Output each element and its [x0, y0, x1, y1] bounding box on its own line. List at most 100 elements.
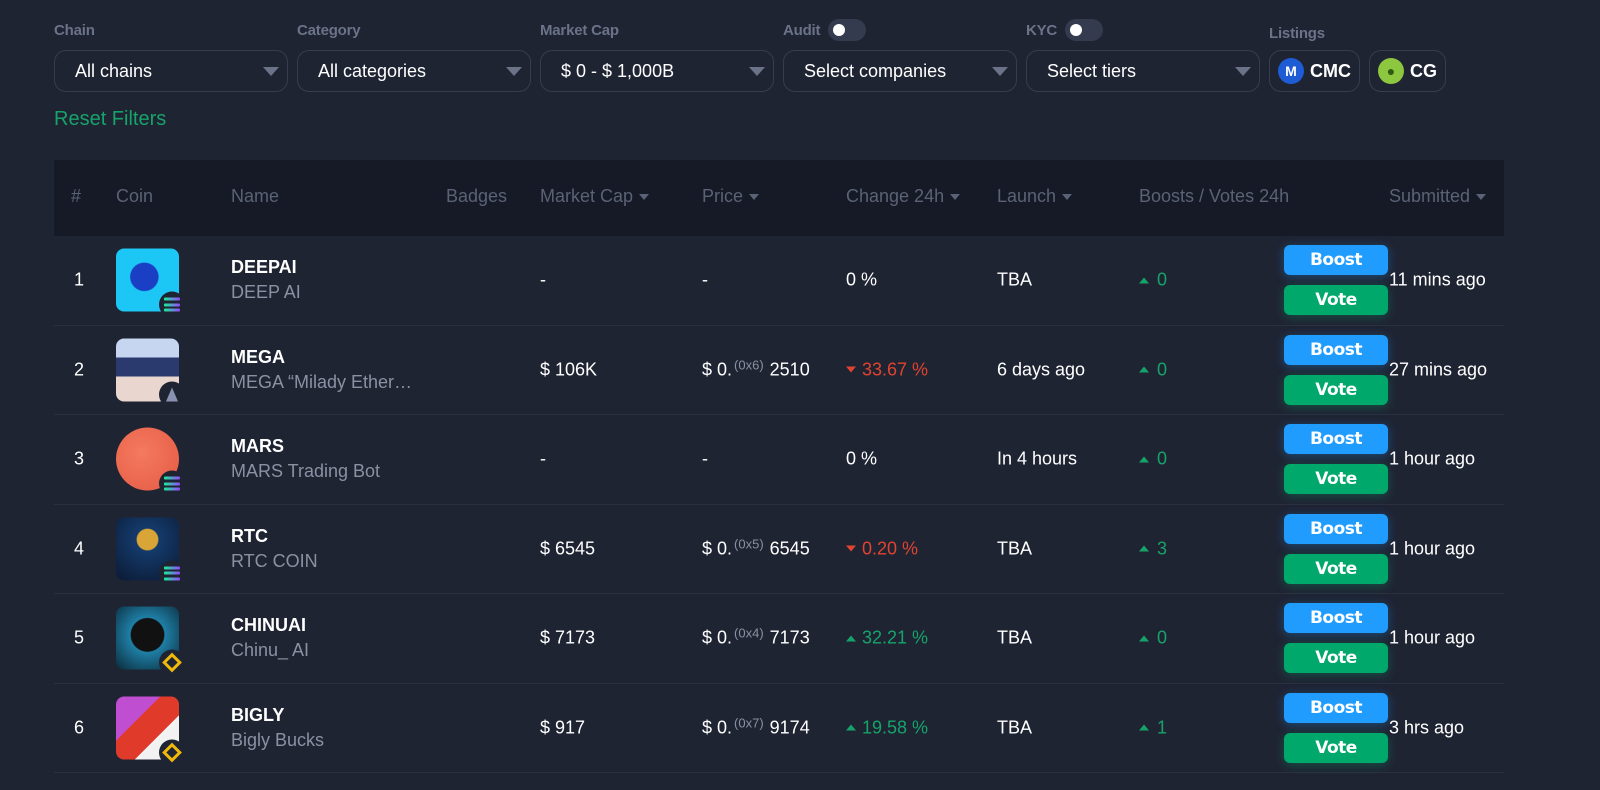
- votes-24h-value: 0: [1157, 448, 1168, 469]
- upvote-arrow-icon: [1139, 456, 1149, 463]
- sort-caret-icon: [1062, 193, 1073, 200]
- coin-name[interactable]: MARS MARS Trading Bot: [231, 436, 380, 482]
- header-submitted-label: Submitted: [1389, 186, 1471, 206]
- launch-value: 6 days ago: [997, 359, 1086, 380]
- listing-cmc-button[interactable]: M CMC: [1269, 50, 1360, 92]
- change-24h-value: 32.21 %: [862, 627, 929, 648]
- coin-symbol: BIGLY: [231, 704, 285, 725]
- market-cap-value: $ 106K: [540, 359, 598, 380]
- change-24h: 33.67 %: [846, 359, 928, 380]
- change-up-icon: [846, 724, 856, 731]
- table-row[interactable]: 5 CHINUAI Chinu_ AI $ 7173 $ 0. (0x4) 7173…: [54, 594, 1504, 684]
- bnb-chain-icon: [159, 739, 185, 766]
- vote-button[interactable]: Vote: [1284, 643, 1388, 674]
- toggle-knob: [1070, 24, 1083, 36]
- change-24h: 32.21 %: [846, 628, 928, 649]
- change-24h: 0 %: [846, 449, 877, 470]
- upvote-arrow-icon: [1139, 545, 1149, 552]
- votes-24h: 1: [1139, 717, 1167, 738]
- market-cap-value: -: [540, 269, 546, 290]
- header-price[interactable]: Price: [702, 186, 760, 207]
- audit-filter: Audit Select companies: [783, 18, 1017, 92]
- chevron-down-icon: [1235, 67, 1251, 76]
- launch-value: TBA: [997, 269, 1033, 290]
- chain-select[interactable]: All chains: [54, 50, 288, 92]
- table-row[interactable]: 3 MARS MARS Trading Bot - - 0 % In 4 hou…: [54, 415, 1504, 505]
- filters-bar: Chain All chains Category All categories…: [54, 18, 1474, 98]
- change-24h: 19.58 %: [846, 717, 928, 738]
- price-prefix: -: [702, 448, 708, 469]
- market-cap-filter: Market Cap $ 0 - $ 1,000B: [540, 18, 774, 92]
- price-prefix: $ 0.: [702, 359, 733, 380]
- vote-button[interactable]: Vote: [1284, 553, 1388, 584]
- coin-name[interactable]: RTC RTC COIN: [231, 526, 318, 572]
- price-digits: 9174: [769, 717, 810, 738]
- boost-button[interactable]: Boost: [1284, 513, 1388, 544]
- category-filter-label: Category: [297, 21, 361, 39]
- coin-avatar[interactable]: [116, 338, 185, 408]
- bnb-chain-icon: [159, 649, 185, 676]
- category-select[interactable]: All categories: [297, 50, 531, 92]
- table-row[interactable]: 1 DEEPAI DEEP AI - - 0 % TBA 0 Boost Vot…: [54, 236, 1504, 326]
- table-row[interactable]: 2 MEGA MEGA “Milady Ether… $ 106K $ 0. (0…: [54, 326, 1504, 415]
- coin-symbol: MEGA: [231, 346, 285, 367]
- audit-filter-label: Audit: [783, 21, 821, 39]
- coin-avatar[interactable]: [116, 606, 185, 676]
- submitted-value: 11 mins ago: [1389, 269, 1486, 290]
- market-cap-value: $ 6545: [540, 538, 596, 559]
- listing-cg-button[interactable]: ● CG: [1369, 50, 1446, 92]
- solana-logo: [164, 476, 180, 491]
- listings-filter: Listings: [1269, 18, 1469, 45]
- coin-avatar[interactable]: [116, 248, 185, 318]
- boost-button[interactable]: Boost: [1284, 334, 1388, 365]
- upvote-arrow-icon: [1139, 366, 1149, 373]
- coin-avatar[interactable]: [116, 427, 185, 497]
- coin-name[interactable]: BIGLY Bigly Bucks: [231, 705, 324, 751]
- kyc-filter-label: KYC: [1026, 21, 1058, 39]
- ethereum-logo: [166, 387, 178, 402]
- listing-cg-label: CG: [1410, 60, 1437, 81]
- solana-logo: [164, 297, 180, 312]
- market-cap-value: $ 917: [540, 717, 586, 738]
- row-actions: Boost Vote: [1284, 424, 1388, 495]
- vote-button[interactable]: Vote: [1284, 285, 1388, 316]
- vote-button[interactable]: Vote: [1284, 374, 1388, 405]
- coin-name[interactable]: CHINUAI Chinu_ AI: [231, 615, 309, 661]
- header-price-label: Price: [702, 186, 744, 206]
- votes-24h-value: 1: [1157, 717, 1168, 738]
- market-cap-select[interactable]: $ 0 - $ 1,000B: [540, 50, 774, 92]
- header-launch[interactable]: Launch: [997, 186, 1073, 207]
- vote-button[interactable]: Vote: [1284, 732, 1388, 763]
- coin-avatar[interactable]: [116, 517, 185, 587]
- price-value: -: [702, 449, 716, 470]
- price-value: -: [702, 270, 716, 291]
- coin-name[interactable]: MEGA MEGA “Milady Ether…: [231, 347, 412, 393]
- votes-24h-value: 0: [1157, 359, 1168, 380]
- vote-button[interactable]: Vote: [1284, 464, 1388, 495]
- table-row[interactable]: 6 BIGLY Bigly Bucks $ 917 $ 0. (0x7) 9174 …: [54, 684, 1504, 773]
- reset-filters-link[interactable]: Reset Filters: [54, 108, 166, 131]
- boost-button[interactable]: Boost: [1284, 245, 1388, 276]
- change-24h-value: 33.67 %: [862, 359, 929, 380]
- coin-name[interactable]: DEEPAI DEEP AI: [231, 257, 301, 303]
- audit-companies-select[interactable]: Select companies: [783, 50, 1017, 92]
- header-boosts-votes: Boosts / Votes 24h: [1139, 186, 1290, 206]
- header-coin: Coin: [116, 186, 154, 206]
- kyc-toggle[interactable]: [1065, 19, 1104, 41]
- header-market-cap[interactable]: Market Cap: [540, 186, 650, 207]
- header-market-cap-label: Market Cap: [540, 186, 634, 206]
- kyc-tiers-select[interactable]: Select tiers: [1026, 50, 1260, 92]
- votes-24h: 3: [1139, 538, 1167, 559]
- submitted-value: 3 hrs ago: [1389, 717, 1465, 738]
- table-row[interactable]: 4 RTC RTC COIN $ 6545 $ 0. (0x5) 6545 0.20…: [54, 505, 1504, 594]
- boost-button[interactable]: Boost: [1284, 424, 1388, 455]
- coin-avatar[interactable]: [116, 696, 185, 766]
- coin-full-name: RTC COIN: [231, 550, 318, 571]
- price-value: $ 0. (0x4) 7173: [702, 626, 810, 649]
- audit-toggle[interactable]: [828, 19, 867, 41]
- header-change[interactable]: Change 24h: [846, 186, 961, 207]
- header-submitted[interactable]: Submitted: [1389, 186, 1487, 207]
- boost-button[interactable]: Boost: [1284, 603, 1388, 634]
- category-filter: Category All categories: [297, 18, 531, 92]
- boost-button[interactable]: Boost: [1284, 692, 1388, 723]
